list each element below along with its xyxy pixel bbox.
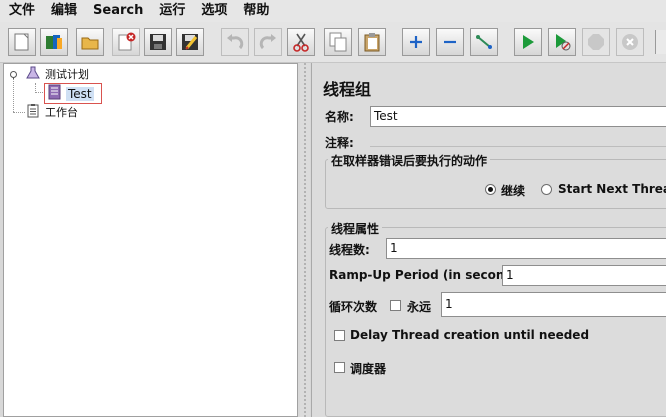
toggle-button[interactable]	[470, 28, 498, 56]
threads-label: 线程数:	[329, 243, 370, 257]
undo-button[interactable]	[221, 28, 249, 56]
loop-count-label: 循环次数	[329, 300, 378, 314]
new-icon	[14, 33, 30, 51]
threads-input[interactable]: 1	[386, 238, 666, 259]
toggle-icon	[475, 33, 493, 51]
error-action-title: 在取样器错误后要执行的动作	[328, 152, 491, 169]
copy-button[interactable]	[324, 28, 352, 56]
shutdown-icon	[621, 33, 639, 51]
more-toolbar-edge	[655, 30, 666, 54]
loop-count-input[interactable]: 1	[441, 292, 666, 317]
delay-thread-creation-checkbox[interactable]	[334, 330, 345, 341]
copy-icon	[329, 32, 347, 52]
templates-icon	[44, 33, 64, 51]
redo-icon	[258, 33, 278, 51]
save-button[interactable]	[144, 28, 172, 56]
toolbar	[0, 22, 666, 63]
menu-file[interactable]: 文件	[0, 0, 42, 22]
comment-field-edge[interactable]	[370, 146, 666, 147]
templates-button[interactable]	[40, 28, 68, 56]
save-as-icon	[181, 33, 199, 51]
radio-start-next-loop[interactable]	[541, 184, 552, 195]
thread-properties-title: 线程属性	[328, 220, 383, 237]
stop-icon	[587, 33, 605, 51]
cut-icon	[292, 32, 310, 52]
new-button[interactable]	[8, 28, 36, 56]
shutdown-button[interactable]	[616, 28, 644, 56]
rampup-label: Ramp-Up Period (in seconds):	[329, 268, 531, 282]
tree-expand-handle[interactable]	[9, 68, 18, 82]
redo-button[interactable]	[254, 28, 282, 56]
open-icon	[80, 33, 100, 51]
delay-thread-creation-label: Delay Thread creation until needed	[350, 328, 590, 342]
paste-icon	[363, 32, 381, 52]
collapse-icon	[442, 34, 458, 50]
clipboard-icon	[26, 103, 40, 121]
menu-search[interactable]: Search	[84, 0, 150, 22]
start-button[interactable]	[514, 28, 542, 56]
comment-label: 注释:	[325, 136, 354, 150]
start-no-pause-icon	[553, 33, 571, 51]
start-no-pause-button[interactable]	[548, 28, 576, 56]
save-as-button[interactable]	[176, 28, 204, 56]
thread-group-panel: 线程组 名称: Test 注释: 在取样器错误后要执行的动作 继续 Start …	[311, 63, 666, 417]
collapse-all-button[interactable]	[436, 28, 464, 56]
forever-label: 永远	[407, 300, 432, 314]
forever-checkbox[interactable]	[390, 300, 401, 311]
tree-node-label-selected: Test	[66, 86, 94, 101]
flask-icon	[26, 66, 40, 83]
test-plan-tree: 测试计划 Test 工作台	[3, 63, 298, 417]
tree-node-label: 工作台	[45, 106, 78, 119]
stop-button[interactable]	[582, 28, 610, 56]
panel-title: 线程组	[323, 80, 372, 99]
name-input[interactable]: Test	[370, 106, 666, 127]
expand-all-button[interactable]	[402, 28, 430, 56]
thread-group-icon	[47, 84, 63, 103]
menu-edit[interactable]: 编辑	[42, 0, 84, 22]
tree-node-workbench[interactable]: 工作台	[26, 104, 78, 120]
menu-help[interactable]: 帮助	[234, 0, 276, 22]
undo-icon	[225, 33, 245, 51]
start-icon	[520, 34, 536, 50]
rampup-input[interactable]: 1	[502, 265, 666, 286]
menu-bar: 文件 编辑 Search 运行 选项 帮助	[0, 0, 666, 22]
tree-node-thread-group[interactable]: Test	[44, 83, 102, 104]
menu-options[interactable]: 选项	[192, 0, 234, 22]
expand-icon	[408, 34, 424, 50]
open-button[interactable]	[76, 28, 104, 56]
scheduler-checkbox[interactable]	[334, 362, 345, 373]
splitter-grip	[304, 63, 306, 417]
tree-node-label: 测试计划	[45, 68, 89, 81]
radio-continue-label: 继续	[501, 184, 526, 198]
close-icon	[116, 32, 136, 52]
tree-connector	[13, 112, 25, 114]
paste-button[interactable]	[358, 28, 386, 56]
radio-start-next-loop-label: Start Next Thread L	[558, 182, 666, 196]
split-pane-divider[interactable]	[300, 63, 310, 417]
tree-node-test-plan[interactable]: 测试计划	[26, 66, 89, 82]
cut-button[interactable]	[287, 28, 315, 56]
name-label: 名称:	[325, 110, 354, 124]
menu-run[interactable]: 运行	[150, 0, 192, 22]
save-icon	[149, 33, 167, 51]
tree-connector	[13, 78, 15, 112]
close-file-button[interactable]	[112, 28, 140, 56]
radio-continue[interactable]	[485, 184, 496, 195]
scheduler-label: 调度器	[350, 362, 387, 376]
